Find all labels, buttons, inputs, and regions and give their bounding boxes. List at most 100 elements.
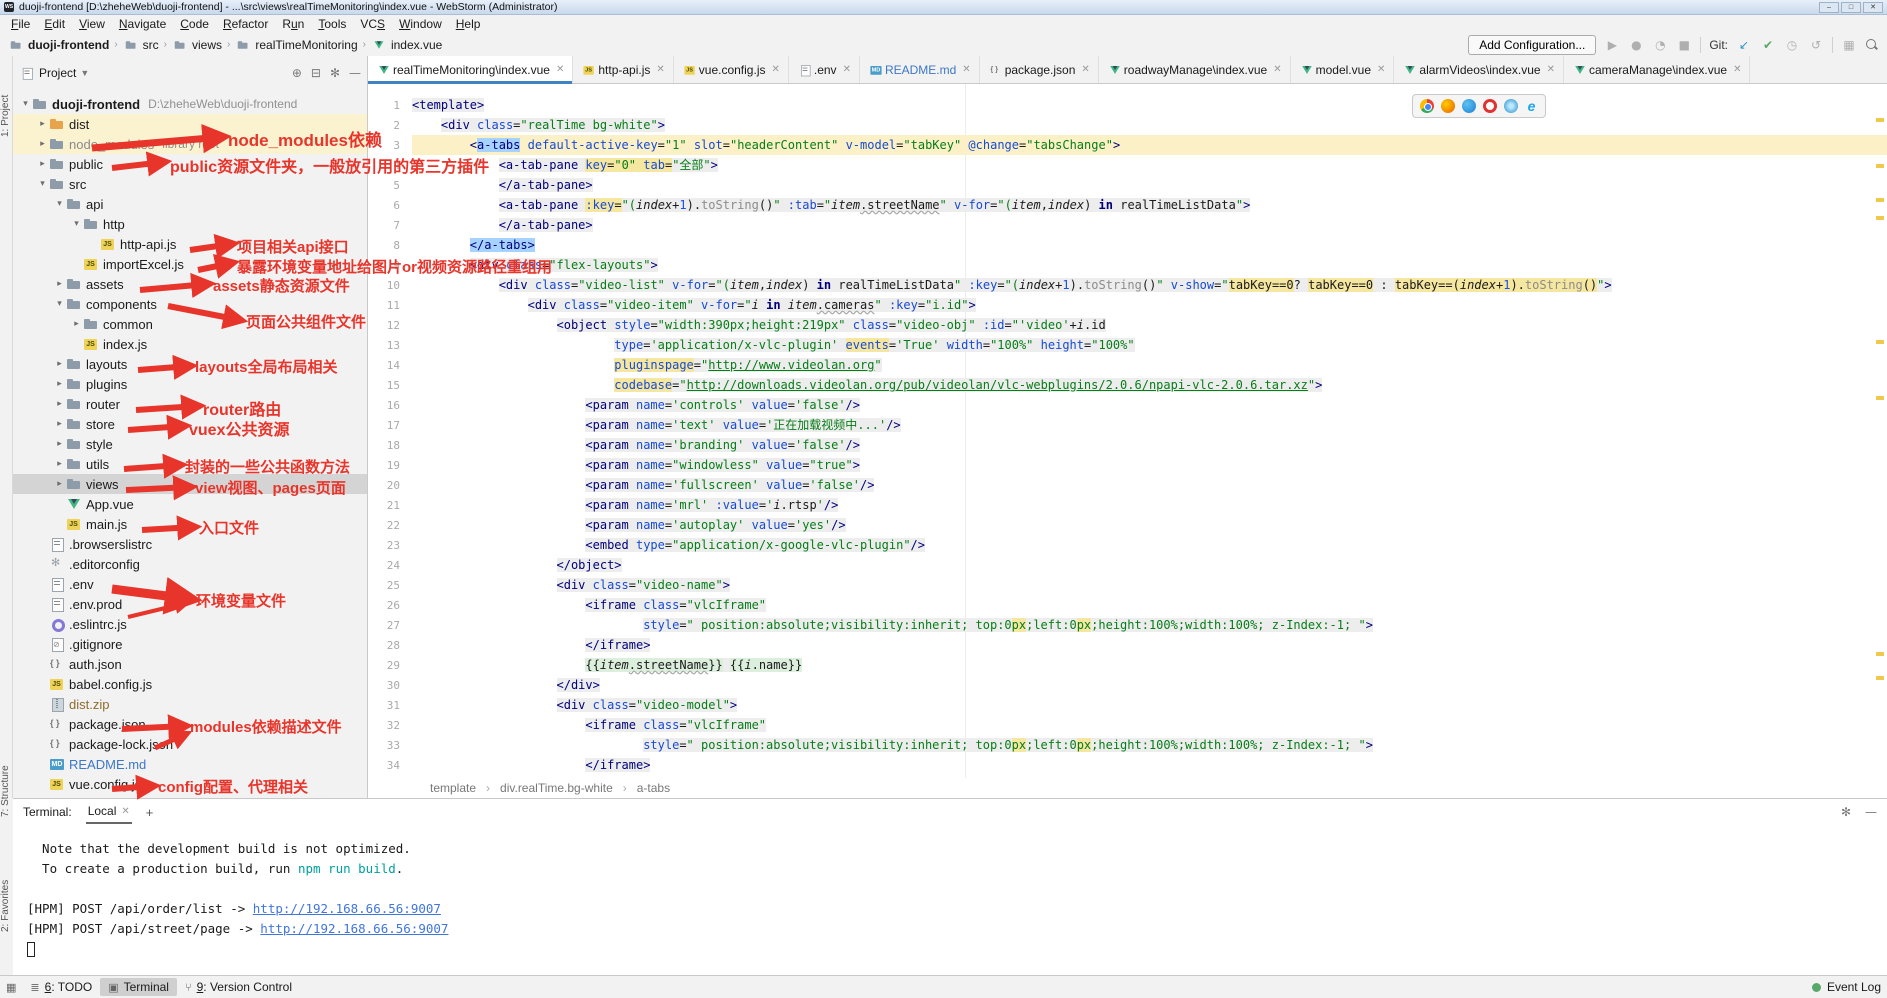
tree-item-api[interactable]: ▾api: [13, 194, 367, 214]
coverage-icon[interactable]: ◔: [1652, 38, 1668, 52]
menu-file[interactable]: File: [4, 16, 37, 32]
editor-tab[interactable]: vue.config.js✕: [674, 56, 789, 83]
tree-item-main.js[interactable]: main.js: [13, 514, 367, 534]
close-icon[interactable]: ✕: [771, 64, 779, 75]
code-line[interactable]: 18 <param name='branding' value='false'/…: [368, 435, 1887, 455]
opera-icon[interactable]: [1483, 99, 1497, 113]
code-line[interactable]: 1<template>: [368, 95, 1887, 115]
chevron-icon[interactable]: ▾: [19, 99, 32, 109]
editor-tab[interactable]: alarmVideos\index.vue✕: [1394, 56, 1564, 83]
editor-tab[interactable]: model.vue✕: [1291, 56, 1395, 83]
ie-icon[interactable]: e: [1525, 99, 1539, 113]
chevron-icon[interactable]: ▸: [53, 419, 66, 429]
code-line[interactable]: 32 <iframe class="vlcIframe": [368, 715, 1887, 735]
safari-icon[interactable]: [1504, 99, 1518, 113]
editor-tab[interactable]: cameraManage\index.vue✕: [1564, 56, 1750, 83]
status-item-terminal[interactable]: ▣Terminal: [100, 978, 177, 996]
chevron-icon[interactable]: ▸: [70, 319, 83, 329]
gear-icon[interactable]: ✻: [330, 66, 340, 80]
tree-item-auth.json[interactable]: auth.json: [13, 654, 367, 674]
code-line[interactable]: 9 <div class="flex-layouts">: [368, 255, 1887, 275]
menu-refactor[interactable]: Refactor: [216, 16, 275, 32]
menu-window[interactable]: Window: [392, 16, 449, 32]
chevron-icon[interactable]: ▸: [36, 139, 49, 149]
git-update-icon[interactable]: ↙: [1736, 38, 1752, 52]
code-line[interactable]: 30 </div>: [368, 675, 1887, 695]
close-icon[interactable]: ✕: [556, 64, 564, 75]
code-line[interactable]: 20 <param name='fullscreen' value='false…: [368, 475, 1887, 495]
code-line[interactable]: 8 </a-tabs>: [368, 235, 1887, 255]
warning-marker[interactable]: [1876, 216, 1884, 220]
close-icon[interactable]: ✕: [962, 64, 970, 75]
minimize-icon[interactable]: –: [1819, 2, 1839, 13]
add-configuration-button[interactable]: Add Configuration...: [1468, 35, 1596, 55]
editor-tab[interactable]: roadwayManage\index.vue✕: [1099, 56, 1291, 83]
editor-tab[interactable]: .env✕: [789, 56, 860, 83]
menu-edit[interactable]: Edit: [37, 16, 72, 32]
breadcrumb-item[interactable]: src: [123, 37, 159, 53]
code-line[interactable]: 10 <div class="video-list" v-for="(item,…: [368, 275, 1887, 295]
code-line[interactable]: 13 type='application/x-vlc-plugin' event…: [368, 335, 1887, 355]
tree-item-duoji-frontend[interactable]: ▾duoji-frontendD:\zheheWeb\duoji-fronten…: [13, 94, 367, 114]
tree-item-http[interactable]: ▾http: [13, 214, 367, 234]
chevron-icon[interactable]: ▸: [53, 359, 66, 369]
firefox-icon[interactable]: [1441, 99, 1455, 113]
search-icon[interactable]: [1865, 38, 1879, 52]
close-icon[interactable]: ✕: [1547, 64, 1555, 75]
close-icon[interactable]: ✕: [656, 64, 664, 75]
code-line[interactable]: 6 <a-tab-pane :key="(index+1).toString()…: [368, 195, 1887, 215]
tool-button-favorites[interactable]: 2: Favorites: [0, 861, 13, 951]
menu-help[interactable]: Help: [449, 16, 488, 32]
code-line[interactable]: 21 <param name='mrl' :value='i.rtsp'/>: [368, 495, 1887, 515]
chevron-icon[interactable]: ▾: [70, 219, 83, 229]
chevron-icon[interactable]: ▸: [53, 379, 66, 389]
code-line[interactable]: 22 <param name='autoplay' value='yes'/>: [368, 515, 1887, 535]
code-line[interactable]: 33 style=" position:absolute;visibility:…: [368, 735, 1887, 755]
terminal-tab-local[interactable]: Local ✕: [86, 800, 132, 824]
hide-panel-icon[interactable]: —: [1865, 805, 1877, 819]
menu-view[interactable]: View: [72, 16, 112, 32]
chevron-icon[interactable]: ▸: [53, 279, 66, 289]
code-line[interactable]: 4 <a-tab-pane key="0" tab="全部">: [368, 155, 1887, 175]
tree-item-README.md[interactable]: README.md: [13, 754, 367, 774]
editor-tab[interactable]: http-api.js✕: [573, 56, 673, 83]
code-line[interactable]: 12 <object style="width:390px;height:219…: [368, 315, 1887, 335]
chevron-icon[interactable]: ▸: [53, 479, 66, 489]
warning-marker[interactable]: [1876, 164, 1884, 168]
tool-button-project[interactable]: 1: Project: [0, 76, 13, 156]
code-editor[interactable]: 1<template>2 <div class="realTime bg-whi…: [368, 84, 1887, 778]
warning-marker[interactable]: [1876, 340, 1884, 344]
chevron-icon[interactable]: ▾: [36, 179, 49, 189]
hide-panel-icon[interactable]: —: [349, 66, 361, 80]
editor-tab[interactable]: README.md✕: [860, 56, 980, 83]
code-line[interactable]: 16 <param name='controls' value='false'/…: [368, 395, 1887, 415]
menu-tools[interactable]: Tools: [311, 16, 353, 32]
warning-marker[interactable]: [1876, 396, 1884, 400]
tree-item-.browserslistrc[interactable]: .browserslistrc: [13, 534, 367, 554]
edge-icon[interactable]: [1462, 99, 1476, 113]
code-line[interactable]: 5 </a-tab-pane>: [368, 175, 1887, 195]
breadcrumb-item[interactable]: duoji-frontend: [8, 37, 109, 53]
code-line[interactable]: 2 <div class="realTime bg-white">: [368, 115, 1887, 135]
editor-breadcrumb-item[interactable]: div.realTime.bg-white: [500, 781, 613, 795]
tool-windows-icon[interactable]: ▦: [6, 981, 16, 994]
menu-navigate[interactable]: Navigate: [112, 16, 173, 32]
code-line[interactable]: 25 <div class="video-name">: [368, 575, 1887, 595]
maximize-icon[interactable]: □: [1841, 2, 1861, 13]
chevron-icon[interactable]: ▸: [36, 159, 49, 169]
code-line[interactable]: 29 {{item.streetName}} {{i.name}}: [368, 655, 1887, 675]
tree-item-.editorconfig[interactable]: .editorconfig: [13, 554, 367, 574]
tree-item-.env[interactable]: .env: [13, 574, 367, 594]
gear-icon[interactable]: ✻: [1841, 805, 1851, 819]
terminal-link[interactable]: http://192.168.66.56:9007: [253, 901, 441, 916]
editor-breadcrumb-item[interactable]: a-tabs: [637, 781, 670, 795]
chevron-icon[interactable]: ▸: [53, 439, 66, 449]
menu-vcs[interactable]: VCS: [353, 16, 392, 32]
close-icon[interactable]: ✕: [1863, 2, 1883, 13]
code-line[interactable]: 7 </a-tab-pane>: [368, 215, 1887, 235]
code-line[interactable]: 27 style=" position:absolute;visibility:…: [368, 615, 1887, 635]
stop-icon[interactable]: ■: [1676, 38, 1692, 52]
breadcrumb-item[interactable]: index.vue: [371, 37, 442, 53]
chrome-icon[interactable]: [1420, 99, 1434, 113]
rollback-icon[interactable]: ↺: [1808, 38, 1824, 52]
